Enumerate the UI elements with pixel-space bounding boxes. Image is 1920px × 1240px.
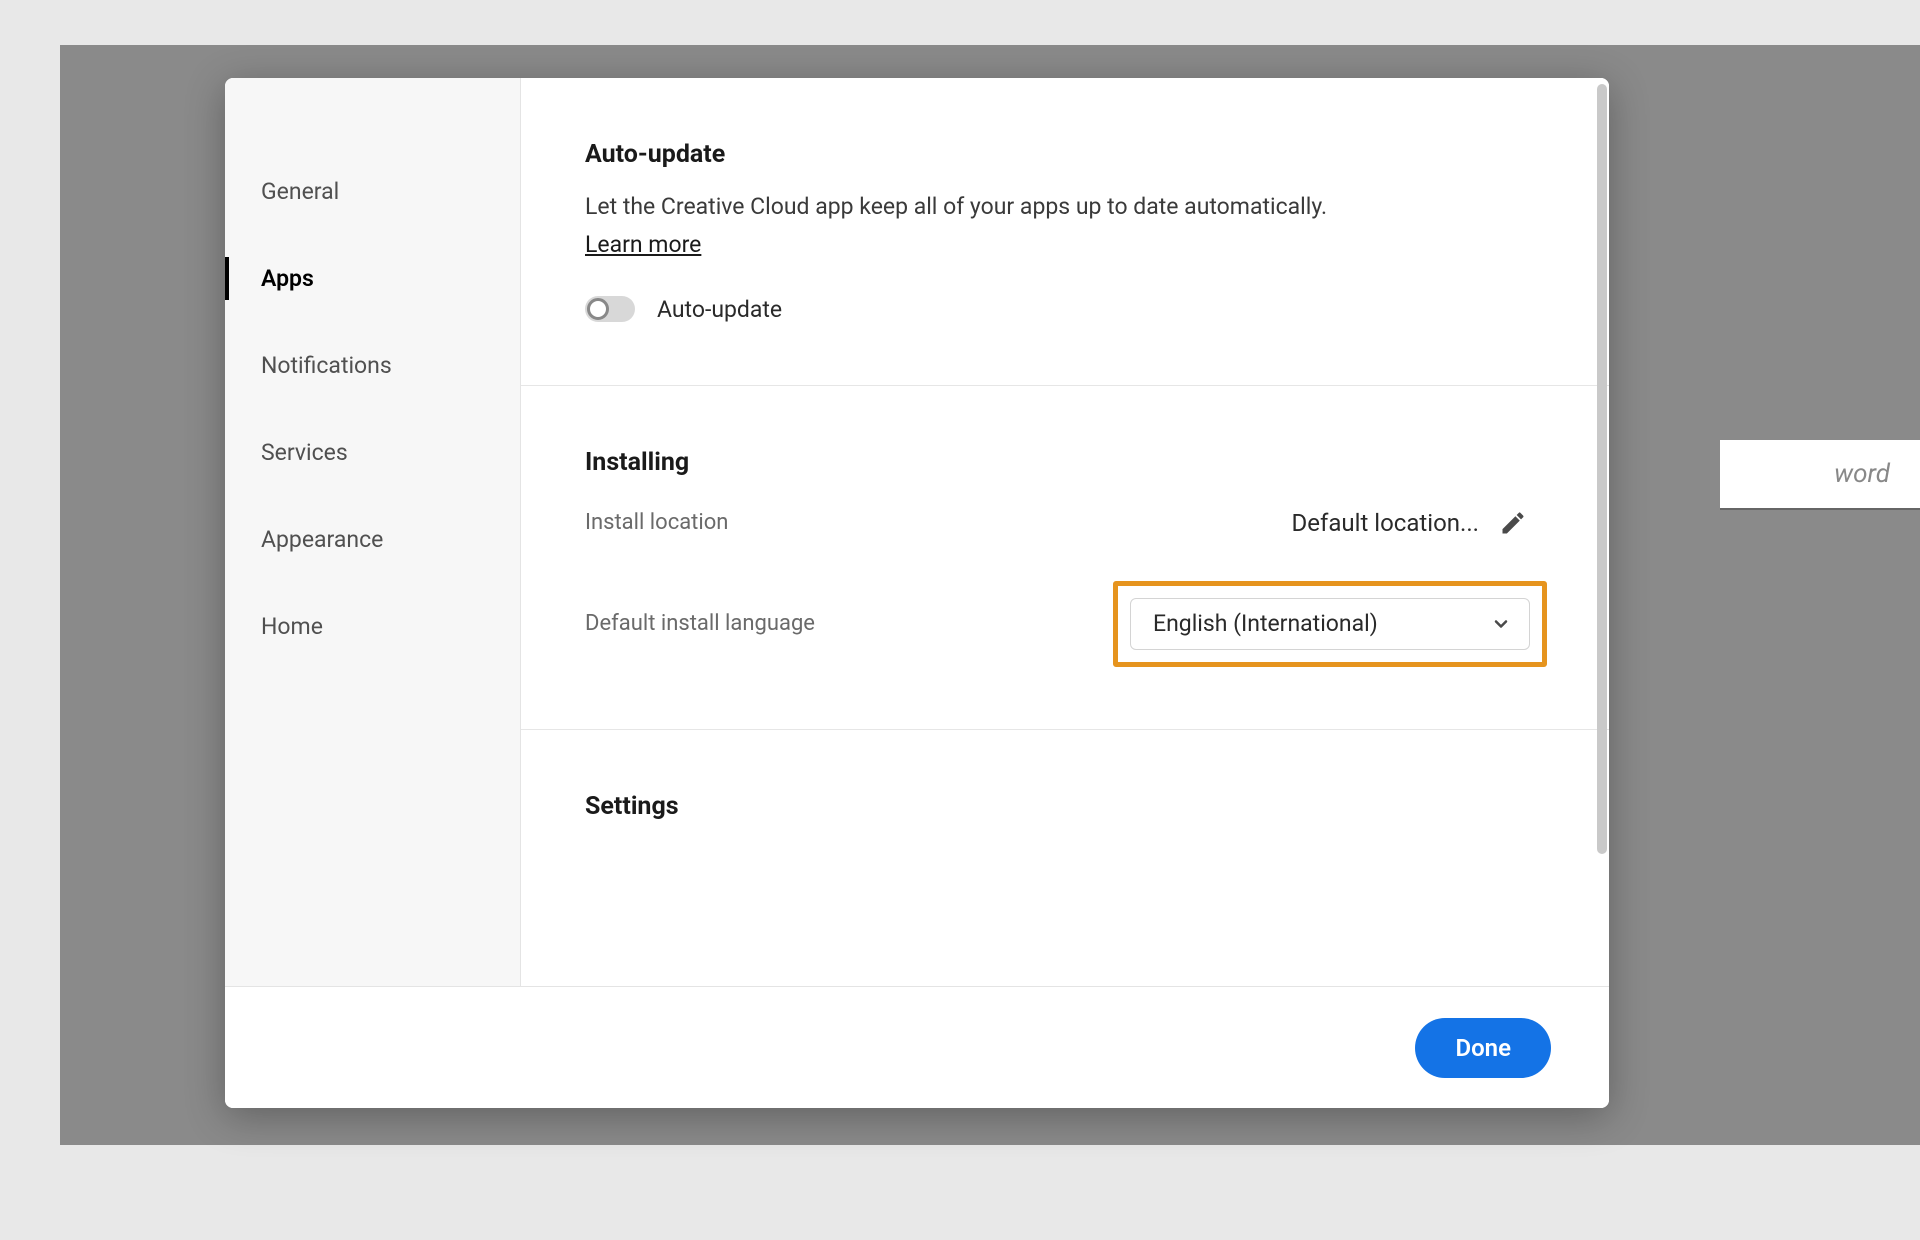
sidebar-item-general[interactable]: General	[225, 148, 520, 235]
sidebar-item-notifications[interactable]: Notifications	[225, 322, 520, 409]
section-title: Installing	[585, 448, 1545, 477]
sidebar-item-appearance[interactable]: Appearance	[225, 496, 520, 583]
sidebar-item-services[interactable]: Services	[225, 409, 520, 496]
sidebar-item-apps[interactable]: Apps	[225, 235, 520, 322]
learn-more-link[interactable]: Learn more	[585, 231, 701, 258]
sidebar-item-label: Home	[261, 613, 323, 640]
install-location-value: Default location...	[1292, 509, 1480, 537]
default-language-label: Default install language	[585, 611, 815, 636]
chevron-down-icon	[1491, 614, 1511, 634]
section-title: Auto-update	[585, 140, 1545, 169]
dialog-footer: Done	[225, 986, 1609, 1108]
section-installing: Installing Install location Default loca…	[521, 386, 1609, 730]
background-search-field: word	[1720, 440, 1920, 510]
sidebar-item-label: Apps	[261, 265, 314, 292]
sidebar-item-label: Appearance	[261, 526, 383, 553]
auto-update-description: Let the Creative Cloud app keep all of y…	[585, 189, 1545, 225]
sidebar-item-home[interactable]: Home	[225, 583, 520, 670]
preferences-sidebar: General Apps Notifications Services Appe…	[225, 78, 521, 986]
edit-location-icon[interactable]	[1499, 509, 1527, 537]
sidebar-item-label: Services	[261, 439, 348, 466]
preferences-dialog: General Apps Notifications Services Appe…	[225, 78, 1609, 1108]
auto-update-toggle[interactable]	[585, 296, 635, 322]
sidebar-item-label: Notifications	[261, 352, 392, 379]
language-dropdown-highlight: English (International)	[1113, 581, 1547, 667]
sidebar-item-label: General	[261, 178, 339, 205]
section-auto-update: Auto-update Let the Creative Cloud app k…	[521, 78, 1609, 386]
background-partial-text: word	[1834, 459, 1890, 489]
done-button[interactable]: Done	[1415, 1018, 1551, 1078]
scrollbar[interactable]	[1597, 84, 1607, 854]
install-location-label: Install location	[585, 510, 728, 535]
default-language-dropdown[interactable]: English (International)	[1130, 598, 1530, 650]
auto-update-toggle-label: Auto-update	[657, 296, 782, 323]
toggle-knob	[587, 298, 609, 320]
dropdown-value: English (International)	[1153, 610, 1378, 637]
preferences-main: Auto-update Let the Creative Cloud app k…	[521, 78, 1609, 986]
section-settings: Settings	[521, 730, 1609, 961]
section-title: Settings	[585, 792, 1545, 821]
